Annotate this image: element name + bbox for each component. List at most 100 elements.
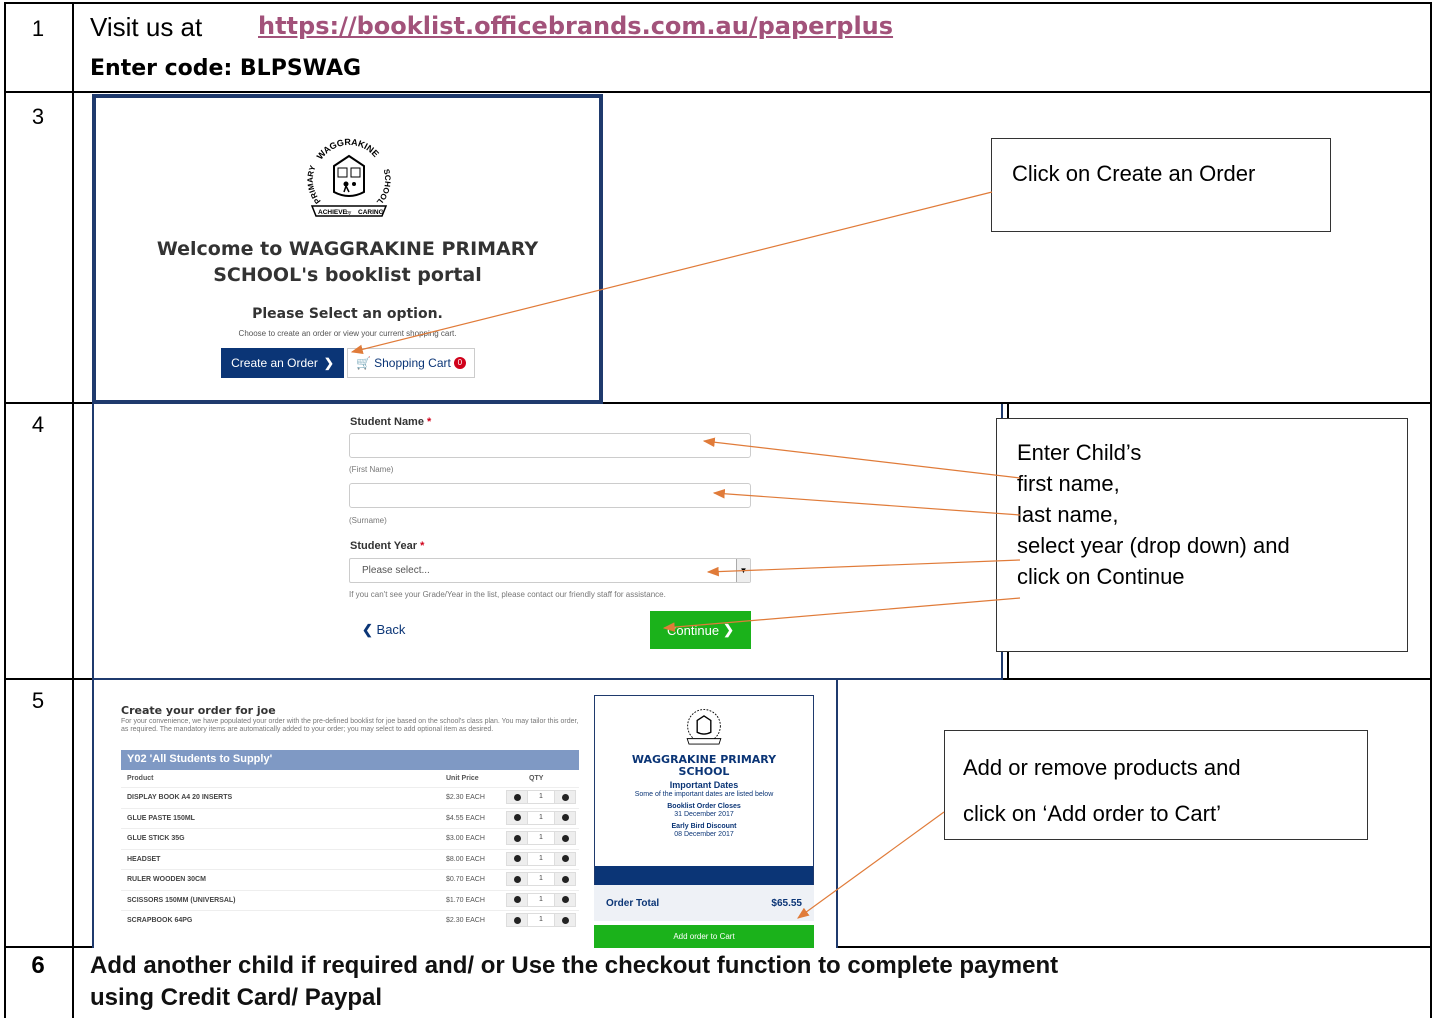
plus-icon[interactable] [554, 790, 576, 804]
plus-icon[interactable] [554, 851, 576, 866]
column-qty: QTY [529, 775, 544, 782]
callout-add-to-cart: Add or remove products and click on ‘Add… [944, 730, 1368, 840]
unit-price: $3.00 EACH [446, 835, 485, 842]
order-total-label: Order Total [606, 898, 660, 909]
quantity-stepper: 1 [506, 810, 576, 825]
minus-icon[interactable] [506, 913, 528, 927]
unit-price: $8.00 EACH [446, 855, 485, 863]
shopping-cart-button[interactable]: 🛒 Shopping Cart 0 [347, 348, 475, 378]
plus-icon[interactable] [554, 831, 576, 845]
shopping-cart-label: Shopping Cart [374, 356, 451, 370]
choose-text: Choose to create an order or view your c… [238, 329, 457, 338]
table-row: GLUE PASTE 150ML $4.55 EACH 1 [121, 807, 579, 828]
quantity-value[interactable]: 1 [528, 892, 554, 907]
chevron-left-icon: ❮ [362, 622, 373, 637]
quantity-value[interactable]: 1 [528, 851, 554, 866]
instruction-table: 1 3 4 5 Visit us at https://booklist.off… [4, 2, 1432, 1018]
product-name: GLUE PASTE 150ML [127, 814, 195, 822]
quantity-stepper: 1 [506, 913, 576, 927]
callout-create-order: Click on Create an Order [991, 138, 1331, 232]
student-year-select[interactable]: Please select... ▼ [349, 558, 751, 583]
student-name-label: Student Name * [350, 416, 432, 428]
order-screenshot: Create your order for joe For your conve… [92, 680, 838, 948]
year-hint: If you can't see your Grade/Year in the … [349, 590, 666, 599]
quantity-value[interactable]: 1 [528, 831, 554, 845]
checkout-instructions: Add another child if required and/ or Us… [90, 952, 1059, 1011]
unit-price: $1.70 EACH [446, 896, 485, 904]
table-row: DISPLAY BOOK A4 20 INSERTS $2.30 EACH 1 [121, 787, 579, 807]
product-name: GLUE STICK 35G [127, 835, 185, 842]
product-name: DISPLAY BOOK A4 20 INSERTS [127, 794, 233, 801]
create-order-button[interactable]: Create an Order ❯ [221, 348, 344, 378]
school-logo-icon [686, 709, 722, 745]
quantity-value[interactable]: 1 [528, 913, 554, 927]
row-number: 6 [31, 952, 45, 979]
quantity-value[interactable]: 1 [528, 872, 554, 886]
minus-icon[interactable] [506, 892, 528, 907]
continue-button[interactable]: Continue ❯ [650, 611, 751, 649]
school-info-panel: WAGGRAKINE PRIMARY SCHOOL Important Date… [594, 695, 814, 895]
year-placeholder: Please select... [362, 565, 430, 576]
school-logo-icon: WAGGRAKINE PRIMARY SCHOOL ACHIEVE by CAR… [306, 137, 392, 217]
order-description: For your convenience, we have populated … [121, 718, 579, 733]
back-label: Back [376, 622, 406, 637]
callout-text: Click on Create an Order [1012, 161, 1256, 186]
first-name-hint: (First Name) [349, 465, 394, 474]
plus-icon[interactable] [554, 892, 576, 907]
table-row: HEADSET $8.00 EACH 1 [121, 848, 579, 869]
welcome-line2: SCHOOL's booklist portal [213, 264, 482, 286]
cart-count-badge: 0 [453, 357, 466, 369]
plus-icon[interactable] [554, 872, 576, 886]
callout-text: first name, [1017, 471, 1120, 496]
plus-icon[interactable] [554, 913, 576, 927]
column-product: Product [127, 775, 154, 782]
important-dates: Important Dates Some of the important da… [634, 780, 774, 838]
product-name: SCISSORS 150MM (UNIVERSAL) [127, 896, 236, 904]
minus-icon[interactable] [506, 851, 528, 866]
student-year-label: Student Year * [350, 540, 425, 552]
quantity-stepper: 1 [506, 872, 576, 886]
order-total: Order Total $65.55 [594, 885, 814, 921]
order-total-value: $65.55 [771, 898, 802, 909]
surname-input[interactable] [349, 483, 751, 508]
minus-icon[interactable] [506, 790, 528, 804]
callout-text: click on Continue [1017, 564, 1185, 589]
svg-text:ACHIEVE: ACHIEVE [318, 209, 348, 216]
product-name: RULER WOODEN 30CM [127, 876, 206, 883]
quantity-value[interactable]: 1 [528, 790, 554, 804]
quantity-stepper: 1 [506, 790, 576, 804]
table-border [4, 2, 1432, 4]
callout-text: click on ‘Add order to Cart’ [963, 801, 1221, 826]
continue-label: Continue [667, 622, 720, 638]
callout-text: Enter Child’s [1017, 440, 1142, 465]
table-border [1430, 2, 1432, 1018]
unit-price: $0.70 EACH [446, 876, 485, 883]
svg-text:CARING: CARING [358, 209, 384, 216]
booklist-link[interactable]: https://booklist.officebrands.com.au/pap… [258, 12, 893, 40]
table-row: SCISSORS 150MM (UNIVERSAL) $1.70 EACH 1 [121, 889, 579, 910]
table-row: GLUE STICK 35G $3.00 EACH 1 [121, 828, 579, 848]
unit-price: $2.30 EACH [446, 917, 485, 924]
table-row: SCRAPBOOK 64PG $2.30 EACH 1 [121, 910, 579, 930]
row-divider [4, 91, 1432, 93]
add-order-to-cart-button[interactable]: Add order to Cart [594, 925, 814, 948]
first-name-input[interactable] [349, 433, 751, 458]
table-border [4, 2, 6, 1018]
callout-text: select year (drop down) and [1017, 533, 1290, 558]
minus-icon[interactable] [506, 831, 528, 845]
cart-icon: 🛒 [356, 356, 372, 370]
school-name: WAGGRAKINE PRIMARY SCHOOL [631, 753, 777, 778]
row-number: 3 [31, 104, 45, 129]
visit-text: Visit us at [90, 12, 203, 42]
minus-icon[interactable] [506, 810, 528, 825]
column-price: Unit Price [446, 775, 479, 782]
plus-icon[interactable] [554, 810, 576, 825]
back-button[interactable]: ❮ Back [362, 622, 405, 638]
quantity-value[interactable]: 1 [528, 810, 554, 825]
booklist-name: Y02 'All Students to Supply' [121, 750, 579, 770]
minus-icon[interactable] [506, 872, 528, 886]
enter-code-text: Enter code: BLPSWAG [90, 56, 362, 81]
quantity-stepper: 1 [506, 831, 576, 845]
order-table-header: Product Unit Price QTY [121, 772, 579, 786]
create-order-label: Create an Order [231, 356, 318, 370]
